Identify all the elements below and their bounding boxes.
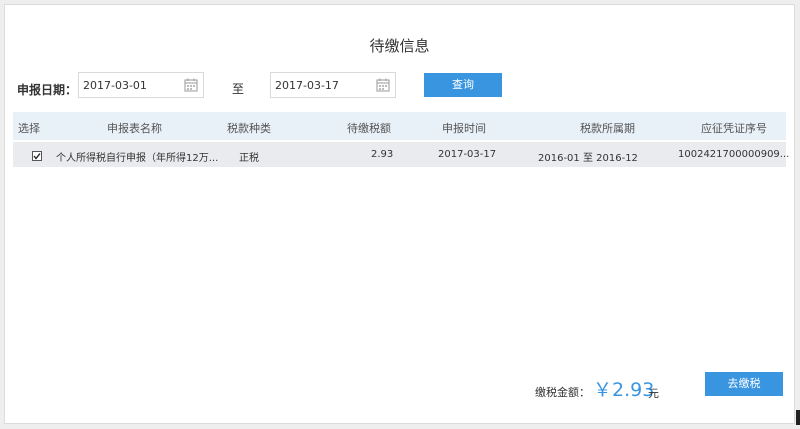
column-header-amount: 待缴税额 [347,122,391,135]
column-header-tax-type: 税款种类 [227,122,271,135]
declare-date-label: 申报日期： [17,83,78,97]
total-amount-value: ￥2.93 [593,379,655,401]
column-header-form-name: 申报表名称 [107,122,162,135]
total-amount-unit: 元 [648,387,659,400]
total-amount-label: 缴税金额： [535,386,590,399]
pending-payment-panel: 待缴信息 申报日期： 2017-03-01 至 2017-03-17 查询 选择… [4,4,795,424]
end-date-input[interactable]: 2017-03-17 [270,72,396,98]
cell-tax-type: 正税 [239,153,259,164]
date-range-separator: 至 [232,82,245,96]
calendar-icon[interactable] [184,78,198,92]
query-button[interactable]: 查询 [424,73,502,97]
column-header-select: 选择 [18,122,40,135]
calendar-icon[interactable] [376,78,390,92]
column-header-period: 税款所属期 [580,122,635,135]
cell-voucher-no: 1002421700000909... [678,149,790,160]
cell-declare-time: 2017-03-17 [438,149,497,160]
cell-amount: 2.93 [371,149,394,160]
table-row[interactable]: 个人所得税自行申报（年所得12万... 正税 2.93 2017-03-17 2… [13,142,790,167]
table-header: 选择 申报表名称 税款种类 待缴税额 申报时间 税款所属期 应征凭证序号 [13,112,786,140]
end-date-value: 2017-03-17 [275,79,339,92]
start-date-value: 2017-03-01 [83,79,147,92]
cell-form-name: 个人所得税自行申报（年所得12万... [56,153,219,164]
cell-period: 2016-01 至 2016-12 [538,153,638,164]
start-date-input[interactable]: 2017-03-01 [78,72,204,98]
column-header-voucher-no: 应征凭证序号 [701,122,767,135]
pay-tax-button[interactable]: 去缴税 [705,372,783,396]
edge-marker [796,410,800,425]
column-header-declare-time: 申报时间 [442,122,486,135]
check-icon [33,153,41,160]
row-checkbox[interactable] [32,151,42,161]
page-title: 待缴信息 [369,37,430,55]
